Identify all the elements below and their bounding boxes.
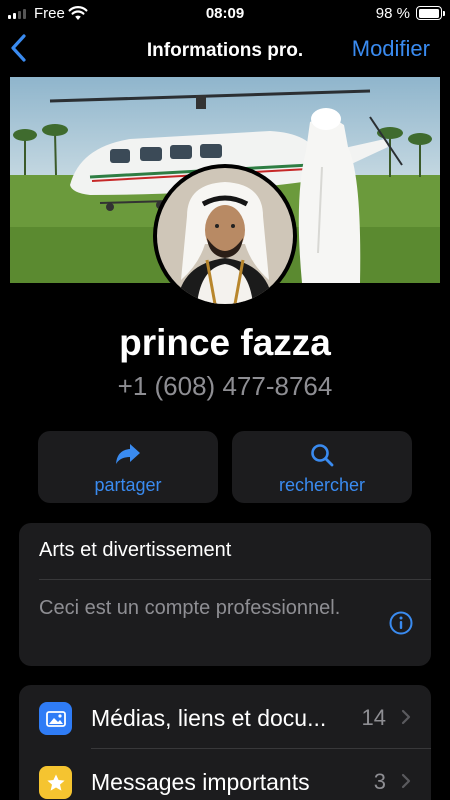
battery-percent: 98 % bbox=[375, 5, 410, 22]
search-label: rechercher bbox=[278, 475, 366, 495]
share-label: partager bbox=[94, 475, 162, 495]
battery-icon bbox=[416, 6, 445, 20]
divider bbox=[39, 579, 431, 580]
media-links-docs-label: Médias, liens et docu... bbox=[91, 705, 327, 731]
status-bar: Free 08:09 98 % bbox=[0, 0, 450, 28]
starred-messages-row[interactable]: Messages importants 3 bbox=[19, 749, 431, 800]
profile-name: prince fazza bbox=[119, 322, 331, 363]
info-button[interactable] bbox=[389, 611, 413, 640]
profile-avatar[interactable] bbox=[153, 164, 297, 308]
share-button[interactable]: partager bbox=[38, 431, 218, 503]
business-account-note: Ceci est un compte professionnel. bbox=[39, 597, 341, 619]
search-icon bbox=[311, 444, 334, 467]
photo-icon bbox=[39, 702, 72, 735]
media-links-docs-row[interactable]: Médias, liens et docu... 14 bbox=[19, 685, 431, 749]
navigation-bar: Informations pro. Modifier bbox=[0, 28, 450, 72]
battery-level-fill bbox=[418, 8, 440, 18]
starred-messages-label: Messages importants bbox=[91, 769, 310, 795]
business-info-card: Arts et divertissement Ceci est un compt… bbox=[19, 523, 431, 666]
media-count: 14 bbox=[361, 705, 386, 730]
starred-count: 3 bbox=[373, 769, 386, 794]
business-category: Arts et divertissement bbox=[39, 539, 232, 561]
share-arrow-icon bbox=[116, 444, 140, 464]
profile-phone[interactable]: +1 (608) 477-8764 bbox=[0, 371, 450, 402]
edit-button[interactable]: Modifier bbox=[352, 36, 430, 62]
star-icon bbox=[39, 766, 72, 799]
search-button[interactable]: rechercher bbox=[232, 431, 412, 503]
chat-options-list: Médias, liens et docu... 14 Messages imp… bbox=[19, 685, 431, 800]
info-icon bbox=[389, 611, 413, 635]
chevron-right-icon bbox=[401, 709, 411, 725]
chevron-right-icon bbox=[401, 773, 411, 789]
